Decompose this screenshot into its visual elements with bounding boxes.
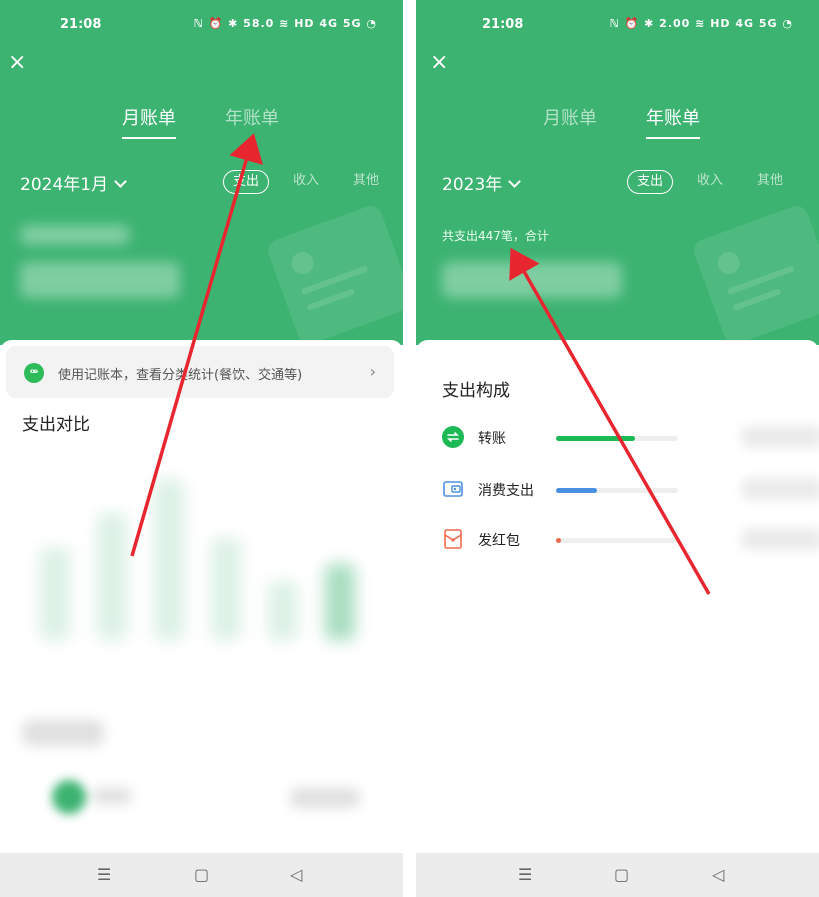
compare-bar <box>211 538 241 640</box>
tab-monthly-bill[interactable]: 月账单 <box>122 104 176 139</box>
filter-other[interactable]: 其他 <box>353 170 379 192</box>
back-nav-button[interactable]: ◁ <box>712 865 724 884</box>
category-icon-blurred <box>52 780 86 814</box>
category-label: 转账 <box>478 431 506 447</box>
filter-expense[interactable]: 支出 <box>627 170 674 194</box>
receipt-dot <box>714 248 743 278</box>
filter-expense[interactable]: 支出 <box>223 170 270 194</box>
category-progress-track <box>556 538 678 543</box>
receipt-illustration <box>690 202 819 348</box>
menu-nav-button[interactable]: ☰ <box>518 865 532 884</box>
category-row-transfer[interactable]: 转账 <box>442 424 819 454</box>
filter-income[interactable]: 收入 <box>293 170 319 192</box>
system-nav-bar: ☰ ▢ ◁ <box>416 853 819 897</box>
system-nav-bar: ☰ ▢ ◁ <box>0 853 403 897</box>
period-selector[interactable]: 2024年1月 <box>20 170 127 195</box>
category-label: 发红包 <box>478 533 520 549</box>
period-label: 2024年1月 <box>20 175 109 195</box>
subsection-title-blurred <box>22 720 104 746</box>
category-amount-blurred <box>290 788 360 808</box>
receipt-line <box>306 288 356 311</box>
category-progress-track <box>556 488 678 493</box>
screenshot-divider <box>403 0 416 897</box>
close-icon[interactable]: × <box>8 52 28 74</box>
category-label: 消费支出 <box>478 483 534 499</box>
compare-bar <box>97 512 127 640</box>
close-icon[interactable]: × <box>430 52 450 74</box>
chevron-down-icon <box>114 175 127 188</box>
category-row-consumption[interactable]: 消费支出 <box>442 476 819 506</box>
chevron-right-icon: › <box>369 362 376 381</box>
category-progress-fill <box>556 488 598 493</box>
tab-yearly-bill[interactable]: 年账单 <box>225 104 279 130</box>
hero-header: 21:08 ℕ ⏰ ✱ 58.0 ≋ HD 4G 5G ◔ × 月账单 年账单 … <box>0 0 403 348</box>
status-time: 21:08 <box>60 17 102 32</box>
hero-header: 21:08 ℕ ⏰ ✱ 2.00 ≋ HD 4G 5G ◔ × 月账单 年账单 … <box>416 0 819 348</box>
status-icons: ℕ ⏰ ✱ 2.00 ≋ HD 4G 5G ◔ <box>609 17 793 30</box>
compare-bar <box>268 580 298 640</box>
period-selector[interactable]: 2023年 <box>442 170 522 195</box>
category-amount-blurred <box>742 528 819 550</box>
category-row-red-packet[interactable]: 发红包 <box>442 526 819 556</box>
bill-tabs: 月账单 年账单 <box>0 104 403 140</box>
red-packet-icon <box>444 529 462 549</box>
compare-bar <box>40 546 70 640</box>
content-sheet: 支出对比 <box>0 340 403 860</box>
total-amount-blurred <box>442 262 622 298</box>
category-label-blurred <box>92 788 132 804</box>
left-screen: 21:08 ℕ ⏰ ✱ 58.0 ≋ HD 4G 5G ◔ × 月账单 年账单 … <box>0 0 403 897</box>
category-progress-fill <box>556 538 561 543</box>
tab-yearly-bill[interactable]: 年账单 <box>646 104 700 139</box>
status-bar: 21:08 ℕ ⏰ ✱ 58.0 ≋ HD 4G 5G ◔ <box>0 15 403 35</box>
tip-text: 使用记账本，查看分类统计(餐饮、交通等) <box>58 368 303 383</box>
type-filters: 支出 收入 其他 <box>203 170 403 194</box>
category-progress-track <box>556 436 678 441</box>
category-progress-fill <box>556 436 636 441</box>
back-nav-button[interactable]: ◁ <box>290 865 302 884</box>
receipt-illustration <box>264 202 403 348</box>
expense-summary: 共支出447笔，合计 <box>442 229 549 243</box>
category-amount-blurred <box>742 426 819 448</box>
section-title-compare: 支出对比 <box>22 415 90 435</box>
tab-monthly-bill[interactable]: 月账单 <box>543 104 597 130</box>
chevron-down-icon <box>508 175 522 188</box>
total-amount-blurred <box>20 262 180 298</box>
receipt-line <box>732 288 782 311</box>
receipt-dot <box>288 248 317 278</box>
filter-income[interactable]: 收入 <box>697 170 723 192</box>
right-screen: 21:08 ℕ ⏰ ✱ 2.00 ≋ HD 4G 5G ◔ × 月账单 年账单 … <box>416 0 819 897</box>
section-title-composition: 支出构成 <box>442 381 510 401</box>
category-amount-blurred <box>742 478 819 500</box>
compare-bar <box>154 478 184 640</box>
bill-tabs: 月账单 年账单 <box>416 104 819 140</box>
status-icons: ℕ ⏰ ✱ 58.0 ≋ HD 4G 5G ◔ <box>193 17 377 30</box>
transfer-icon <box>442 426 464 448</box>
filter-other[interactable]: 其他 <box>757 170 783 192</box>
home-nav-button[interactable]: ▢ <box>614 865 629 884</box>
content-sheet: 支出构成 转账 消费支出 发红包 <box>416 340 819 860</box>
menu-nav-button[interactable]: ☰ <box>97 865 111 884</box>
summary-text-blurred <box>20 225 130 245</box>
status-bar: 21:08 ℕ ⏰ ✱ 2.00 ≋ HD 4G 5G ◔ <box>416 15 819 35</box>
status-time: 21:08 <box>482 17 524 32</box>
home-nav-button[interactable]: ▢ <box>194 865 209 884</box>
compare-bar <box>325 563 355 640</box>
period-label: 2023年 <box>442 175 503 195</box>
wallet-icon <box>443 481 463 497</box>
ledger-icon: ꟹ <box>24 363 44 383</box>
ledger-tip-card[interactable]: ꟹ 使用记账本，查看分类统计(餐饮、交通等) › <box>6 346 394 398</box>
type-filters: 支出 收入 其他 <box>601 170 801 194</box>
